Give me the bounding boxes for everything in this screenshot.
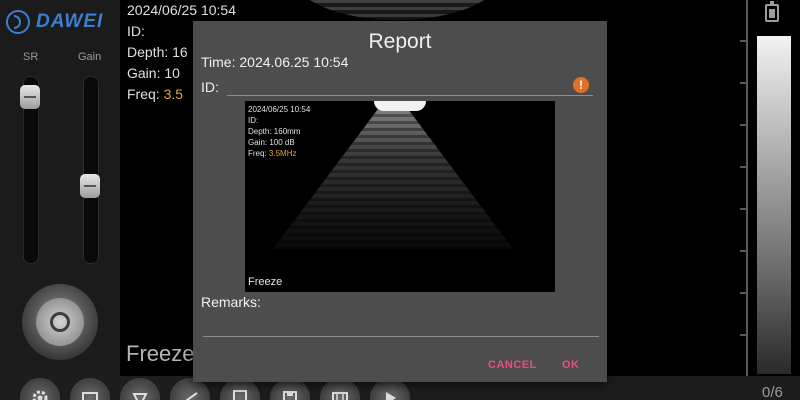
sr-slider-thumb[interactable] xyxy=(20,85,40,109)
warning-icon: ! xyxy=(573,77,589,93)
report-dialog: Report Time: 2024.06.25 10:54 ID: ! 2024… xyxy=(193,21,607,382)
info-depth: Depth: 16 xyxy=(127,44,188,60)
page-indicator: 0/6 xyxy=(762,384,783,400)
settings-icon[interactable] xyxy=(20,378,60,400)
thumb-depth: Depth: 160mm xyxy=(248,127,301,136)
report-image-thumbnail: 2024/06/25 10:54 ID: Depth: 160mm Gain: … xyxy=(245,101,555,292)
info-id: ID: xyxy=(127,23,145,39)
sr-slider[interactable] xyxy=(20,76,40,264)
thumbnail-probe-surface xyxy=(374,101,426,111)
thumb-freeze-label: Freeze xyxy=(248,276,283,288)
report-time: Time: 2024.06.25 10:54 xyxy=(201,54,349,70)
dialog-title: Report xyxy=(368,30,432,53)
trackball-knob[interactable] xyxy=(22,284,98,360)
ultrasound-screen: 2024/06/25 10:54 ID: Depth: 16 Gain: 10 … xyxy=(0,0,800,400)
thumb-freq-value: 3.5MHz xyxy=(268,149,297,158)
left-control-panel: DAWEI SR Gain xyxy=(0,0,120,376)
brand-logo: DAWEI xyxy=(6,10,103,34)
knob-center-icon xyxy=(36,298,84,346)
gain-slider-thumb[interactable] xyxy=(80,174,100,198)
info-freq-value: 3.5 xyxy=(163,86,184,102)
id-label: ID: xyxy=(201,79,219,95)
id-input[interactable] xyxy=(227,77,593,96)
depth-scale-tick xyxy=(740,124,746,126)
thumbnail-info: 2024/06/25 10:54 ID: Depth: 160mm Gain: … xyxy=(248,104,310,159)
thumb-date-time: 2024/06/25 10:54 xyxy=(248,105,311,114)
freeze-label: Freeze xyxy=(126,341,195,366)
brand-logo-icon xyxy=(6,10,30,34)
depth-scale-tick xyxy=(740,82,746,84)
image-icon[interactable] xyxy=(70,378,110,400)
remarks-input[interactable] xyxy=(203,316,599,337)
depth-scale-tick xyxy=(740,40,746,42)
battery-icon xyxy=(765,1,779,22)
depth-scale-tick xyxy=(740,166,746,168)
grayscale-bar xyxy=(757,36,791,374)
ultrasound-image-background xyxy=(292,0,502,20)
gain-slider[interactable] xyxy=(80,76,100,264)
depth-scale-tick xyxy=(740,334,746,336)
ok-button[interactable]: OK xyxy=(562,359,580,371)
depth-scale xyxy=(746,0,748,376)
thumb-id: ID: xyxy=(248,116,259,125)
cancel-button[interactable]: CANCEL xyxy=(488,359,537,371)
brand-name: DAWEI xyxy=(36,11,104,32)
info-date-time: 2024/06/25 10:54 xyxy=(127,2,236,18)
gain-label: Gain xyxy=(78,51,102,63)
depth-scale-tick xyxy=(740,208,746,210)
depth-scale-tick xyxy=(740,292,746,294)
info-gain: Gain: 10 xyxy=(127,65,180,81)
transducer-icon[interactable] xyxy=(120,378,160,400)
thumb-gain: Gain: 100 dB xyxy=(248,138,295,147)
remarks-label: Remarks: xyxy=(201,294,261,310)
info-freq-label: Freq: xyxy=(127,86,164,102)
sr-label: SR xyxy=(23,51,39,63)
thumb-freq-label: Freq: xyxy=(248,149,269,158)
depth-scale-tick xyxy=(740,250,746,252)
